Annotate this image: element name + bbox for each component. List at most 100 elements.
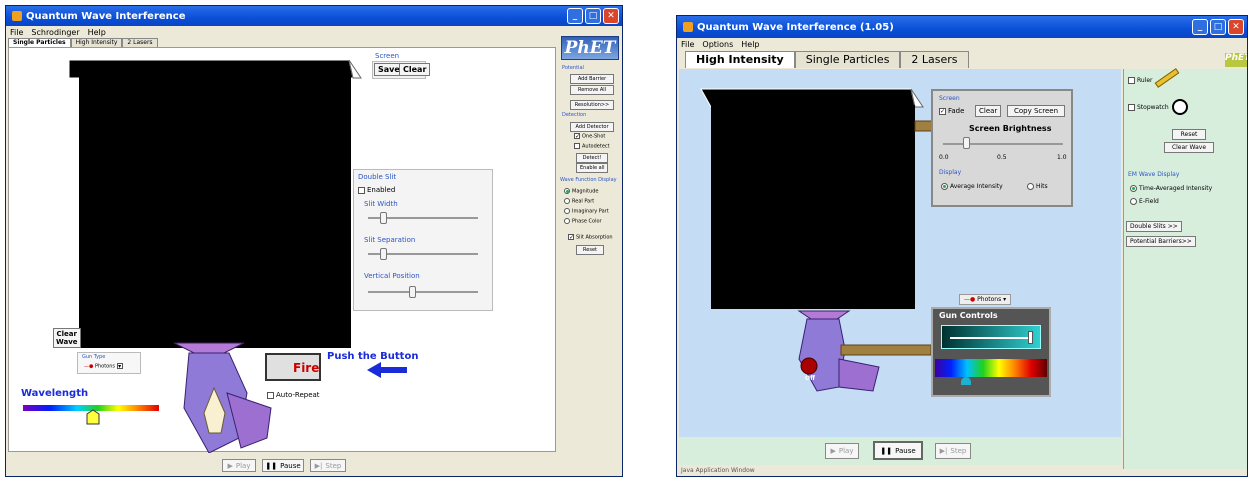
left-title-bar: Quantum Wave Interference _ □ ✕	[6, 6, 622, 26]
detect-button[interactable]: Detect!	[576, 153, 608, 163]
gun-type-select[interactable]: —● Photons ▾	[84, 363, 125, 370]
fire-button[interactable]: Fire	[265, 353, 321, 381]
remove-all-button[interactable]: Remove All	[570, 85, 614, 95]
vertical-position-knob[interactable]	[409, 286, 416, 298]
gun-wavelength-spectrum[interactable]	[935, 359, 1047, 377]
slit-separation-knob[interactable]	[380, 248, 387, 260]
minimize-button[interactable]: _	[567, 8, 583, 24]
left-menu-bar: File Schrodinger Help	[6, 26, 622, 38]
left-reset-button[interactable]: Reset	[576, 245, 604, 255]
minimize-button-right[interactable]: _	[1192, 19, 1208, 35]
right-gun-type-select[interactable]: —● Photons ▾	[959, 294, 1012, 305]
tab-2-lasers[interactable]: 2 Lasers	[122, 38, 158, 47]
close-button-right[interactable]: ✕	[1228, 19, 1244, 35]
magnitude-radio[interactable]: Magnitude	[564, 188, 599, 195]
real-part-radio[interactable]: Real Part	[564, 198, 594, 205]
enable-all-button[interactable]: Enable all	[576, 163, 608, 173]
brightness-slider[interactable]	[943, 143, 1063, 145]
gun-controls-panel: Gun Controls	[931, 307, 1051, 397]
right-reset-button[interactable]: Reset	[1172, 129, 1206, 140]
right-step-button[interactable]: ▶| Step	[935, 443, 971, 459]
add-detector-button[interactable]: Add Detector	[570, 122, 614, 132]
vertical-position-slider[interactable]	[368, 291, 478, 293]
autodetect-checkbox[interactable]: Autodetect	[574, 143, 610, 150]
average-intensity-radio[interactable]: Average Intensity	[941, 183, 1003, 190]
menu-file-right[interactable]: File	[681, 40, 694, 49]
enabled-checkbox[interactable]: Enabled	[358, 186, 395, 194]
intensity-slider[interactable]	[941, 325, 1041, 349]
phase-color-radio[interactable]: Phase Color	[564, 218, 602, 225]
one-shot-checkbox[interactable]: ✓ One-Shot	[574, 133, 605, 140]
close-button[interactable]: ✕	[603, 8, 619, 24]
left-sim-panel: Screen Save Clear Double Slit Enabled Sl…	[8, 47, 556, 453]
screen-panel-title: Screen	[939, 95, 960, 102]
tab-high-intensity[interactable]: High Intensity	[70, 38, 123, 47]
auto-repeat-checkbox[interactable]: Auto-Repeat	[267, 391, 320, 399]
left-tab-bar: Single Particles High Intensity 2 Lasers	[8, 38, 158, 47]
e-field-radio[interactable]: E-Field	[1130, 198, 1159, 205]
add-barrier-button[interactable]: Add Barrier	[570, 74, 614, 84]
wavelength-spectrum[interactable]	[23, 405, 159, 411]
double-slit-panel: Double Slit Enabled Slit Width Slit Sepa…	[353, 169, 493, 311]
clear-screen-button[interactable]: Clear	[399, 63, 431, 76]
pause-icon: ❚❚	[265, 461, 278, 470]
push-the-button-label: Push the Button	[327, 351, 419, 362]
slit-width-knob[interactable]	[380, 212, 387, 224]
fade-checkbox[interactable]: ✓ Fade	[939, 107, 964, 115]
left-step-button[interactable]: ▶| Step	[310, 459, 346, 472]
wave-area[interactable]	[79, 76, 351, 348]
potential-barriers-button[interactable]: Potential Barriers>>	[1126, 236, 1196, 247]
menu-options[interactable]: Options	[702, 40, 733, 49]
intensity-knob[interactable]	[1028, 331, 1033, 344]
right-step-icon: ▶|	[939, 447, 948, 455]
slit-absorption-checkbox[interactable]: ✓ Slit Absorption	[568, 234, 613, 241]
double-slits-button[interactable]: Double Slits >>	[1126, 221, 1182, 232]
gun-wavelength-knob[interactable]	[961, 377, 971, 385]
right-pause-button[interactable]: ❚❚ Pause	[873, 441, 923, 460]
stopwatch-checkbox[interactable]: Stopwatch	[1128, 104, 1169, 111]
ruler-checkbox[interactable]: Ruler	[1128, 77, 1153, 84]
phet-logo-right: PhET	[1225, 53, 1247, 67]
menu-file[interactable]: File	[10, 28, 23, 37]
right-photon-icon: —●	[964, 296, 976, 303]
maximize-button-right[interactable]: □	[1210, 19, 1226, 35]
time-averaged-intensity-radio[interactable]: Time-Averaged Intensity	[1130, 185, 1212, 192]
right-wave-area[interactable]	[711, 105, 915, 309]
menu-help[interactable]: Help	[88, 28, 106, 37]
screen-top-edge	[68, 59, 354, 79]
left-pause-button[interactable]: ❚❚ Pause	[262, 459, 304, 472]
right-clear-screen-button[interactable]: Clear	[975, 105, 1002, 117]
vertical-position-label: Vertical Position	[364, 272, 420, 280]
menu-schrodinger[interactable]: Schrodinger	[31, 28, 79, 37]
right-sidebar: Ruler Stopwatch Reset Clear Wave EM Wave…	[1123, 68, 1247, 469]
photon-icon: —●	[84, 363, 94, 370]
brightness-knob[interactable]	[963, 137, 970, 149]
resolution-button[interactable]: Resolution>>	[570, 100, 614, 110]
gun-type-group: Gun Type —● Photons ▾	[77, 352, 141, 374]
clear-wave-button[interactable]: Clear Wave	[53, 328, 81, 348]
hits-radio[interactable]: Hits	[1027, 183, 1048, 190]
java-app-icon	[12, 11, 22, 21]
right-screen-top-edge	[700, 88, 916, 108]
maximize-button[interactable]: □	[585, 8, 601, 24]
wavelength-label: Wavelength	[21, 388, 89, 399]
gun-type-label: Gun Type	[82, 354, 106, 360]
display-label: Display	[939, 169, 962, 176]
tab-2-lasers-right[interactable]: 2 Lasers	[900, 51, 969, 68]
right-tab-bar: High Intensity Single Particles 2 Lasers	[685, 51, 969, 68]
tab-single-particles[interactable]: Single Particles	[8, 38, 71, 47]
copy-screen-button[interactable]: Copy Screen	[1007, 105, 1066, 117]
right-pause-icon: ❚❚	[880, 446, 893, 455]
wavelength-knob[interactable]	[86, 409, 100, 425]
tab-high-intensity-right[interactable]: High Intensity	[685, 51, 795, 68]
menu-help-right[interactable]: Help	[741, 40, 759, 49]
left-play-button[interactable]: ▶ Play	[222, 459, 256, 472]
imaginary-part-radio[interactable]: Imaginary Part	[564, 208, 609, 215]
right-play-button[interactable]: ▶ Play	[825, 443, 859, 459]
tab-single-particles-right[interactable]: Single Particles	[794, 51, 901, 68]
right-fire-icon[interactable]	[800, 357, 818, 375]
clear-wave-button-right[interactable]: Clear Wave	[1164, 142, 1214, 153]
left-sidebar: PhET Potential Add Barrier Remove All Re…	[558, 33, 622, 453]
fire-label: Fire	[293, 361, 320, 375]
java-app-icon-right	[683, 22, 693, 32]
